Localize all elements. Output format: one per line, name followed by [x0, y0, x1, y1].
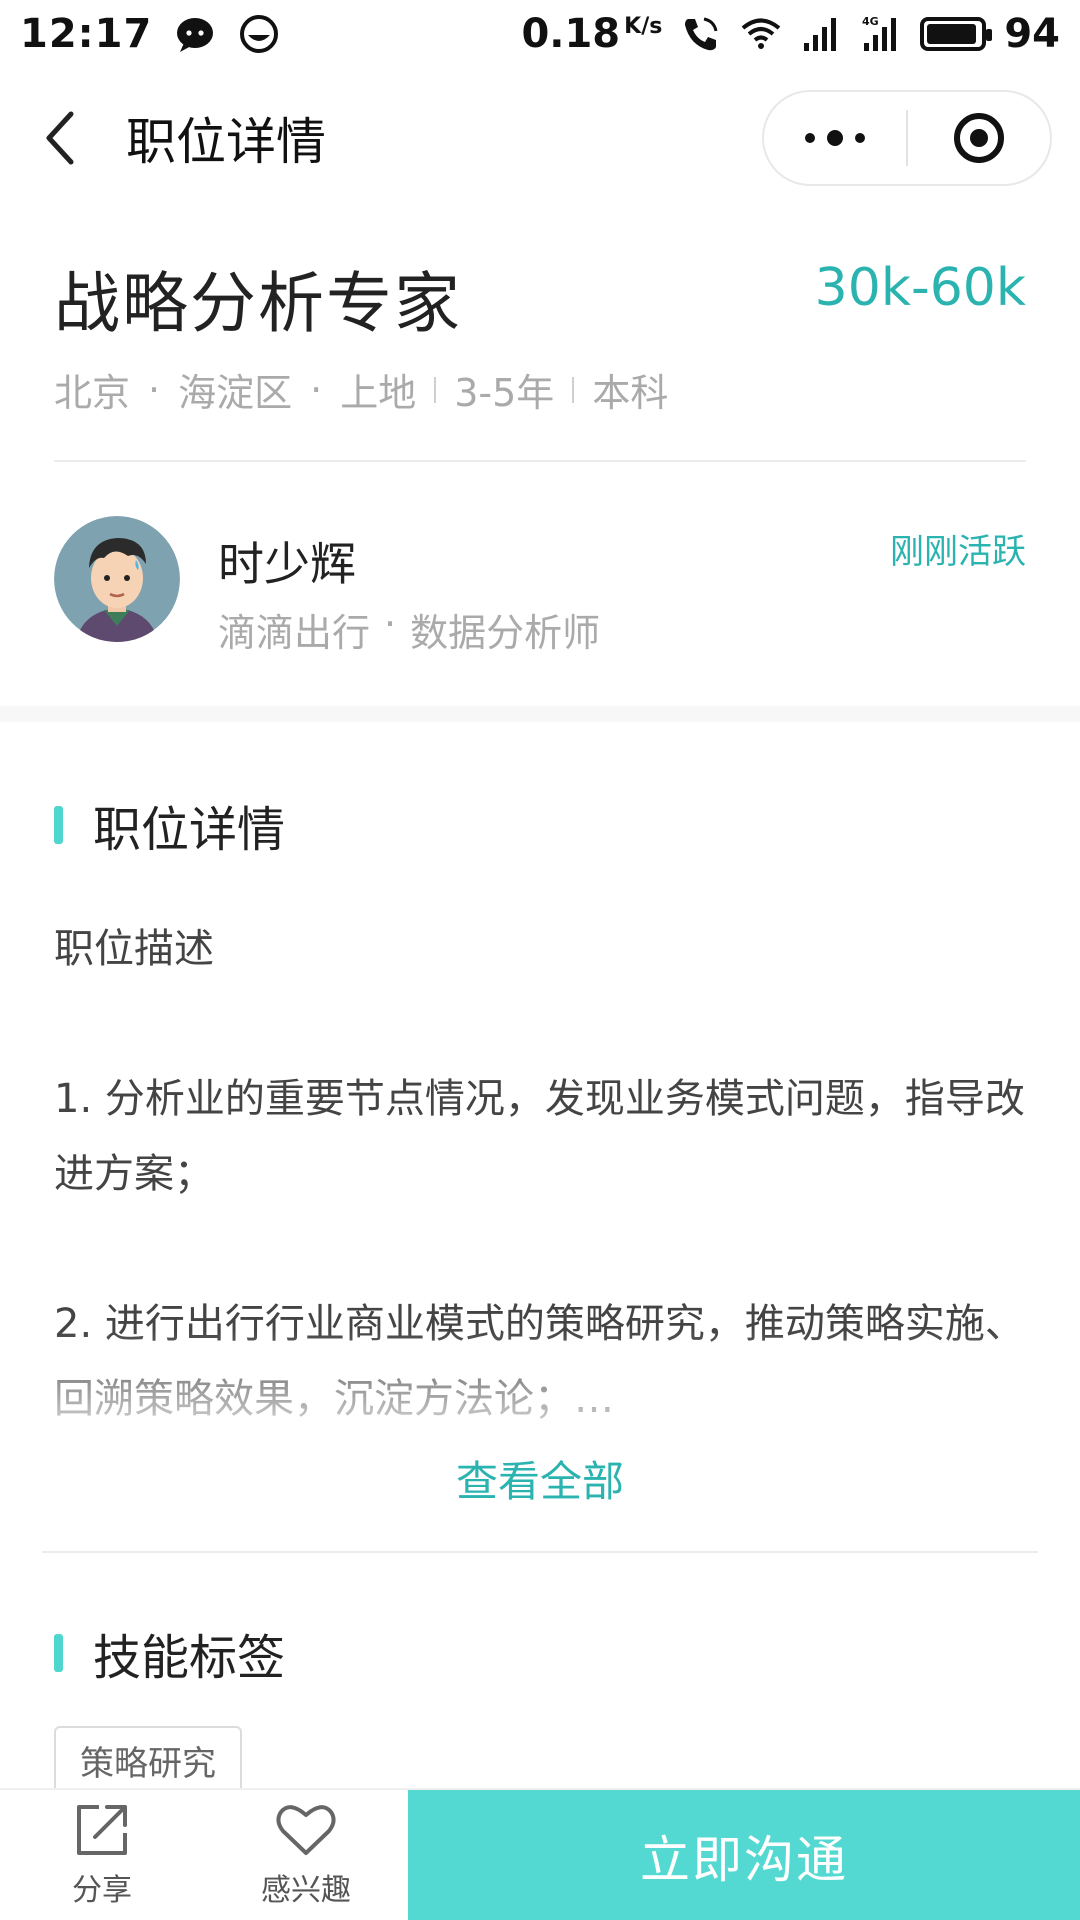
- section-gap: [0, 706, 1080, 722]
- battery-level: 94: [1004, 11, 1060, 57]
- status-left: 12:17: [20, 11, 280, 57]
- net-speed: 0.18: [521, 11, 621, 57]
- more-button[interactable]: [764, 92, 906, 184]
- meta-separator: [572, 376, 575, 403]
- nav-bar: 职位详情: [0, 68, 1080, 208]
- meta-dot: ·: [148, 367, 161, 412]
- heart-icon: [276, 1805, 336, 1855]
- smile-circle-icon: [240, 15, 279, 53]
- description-fade: [0, 1330, 1080, 1450]
- recruiter-role: 数据分析师: [410, 611, 601, 655]
- meta-dot: ·: [384, 602, 397, 646]
- meta-separator: [434, 376, 437, 403]
- job-experience: 3-5年: [454, 371, 555, 415]
- job-education: 本科: [592, 371, 669, 415]
- signal-4g-icon: 4G: [862, 15, 897, 51]
- job-header: 战略分析专家 30k-60k: [54, 250, 1026, 346]
- job-area: 上地: [340, 371, 417, 415]
- battery-icon: [920, 17, 993, 51]
- signal-icon: [804, 18, 837, 51]
- skills-section-title: 技能标签: [93, 1630, 286, 1686]
- details-section-header: 职位详情: [54, 790, 285, 860]
- description-item-1: 1. 分析业的重要节点情况，发现业务模式问题，指导改进方案；: [54, 1076, 1025, 1197]
- battery-fill: [927, 24, 977, 44]
- job-district: 海淀区: [178, 371, 293, 415]
- net-speed-unit: K/s: [624, 13, 663, 39]
- section-accent-bar: [54, 1634, 63, 1672]
- skills-section-header: 技能标签: [54, 1618, 285, 1688]
- mini-program-capsule: [762, 90, 1052, 186]
- meta-dot: ·: [310, 367, 323, 412]
- more-dots-icon: [805, 130, 865, 146]
- net-speed-readout: 0.18 K/s: [521, 11, 662, 57]
- details-divider: [42, 1551, 1038, 1553]
- description-heading: 职位描述: [54, 926, 214, 972]
- close-program-button[interactable]: [908, 92, 1050, 184]
- share-icon: [77, 1805, 127, 1855]
- section-accent-bar: [54, 806, 63, 844]
- status-time: 12:17: [20, 11, 153, 57]
- recruiter-company: 滴滴出行: [218, 611, 371, 655]
- chat-bubble-icon: [177, 18, 214, 52]
- job-detail-page: 12:17 0.18 K/s 4G 94 职位详情 战略分析专家 30k-60k…: [0, 0, 1080, 1920]
- share-label: 分享: [72, 1873, 132, 1908]
- recruiter-card[interactable]: 时少辉 滴滴出行 · 数据分析师 刚刚活跃: [54, 516, 1026, 655]
- wifi-icon: [742, 18, 781, 49]
- recruiter-name: 时少辉: [218, 537, 356, 591]
- view-all-link[interactable]: 查看全部: [0, 1448, 1080, 1509]
- job-salary: 30k-60k: [814, 258, 1026, 318]
- recruiter-org: 滴滴出行 · 数据分析师: [218, 602, 600, 657]
- svg-text:4G: 4G: [862, 15, 879, 28]
- bottom-action-bar: 分享 感兴趣 立即沟通: [0, 1788, 1080, 1920]
- target-circle-icon: [954, 113, 1004, 163]
- page-title: 职位详情: [126, 113, 326, 171]
- details-section-title: 职位详情: [93, 802, 286, 858]
- status-right: 0.18 K/s 4G 94: [521, 11, 1060, 57]
- back-button[interactable]: [6, 88, 116, 188]
- phone-call-icon: [685, 17, 718, 51]
- skill-tag: 策略研究: [54, 1726, 242, 1794]
- interest-button[interactable]: 感兴趣: [204, 1790, 408, 1920]
- header-divider: [54, 460, 1026, 462]
- job-meta: 北京 · 海淀区 · 上地 3-5年 本科: [54, 362, 668, 417]
- contact-now-button[interactable]: 立即沟通: [408, 1790, 1080, 1920]
- avatar: [54, 516, 180, 642]
- interest-label: 感兴趣: [261, 1873, 351, 1908]
- active-status: 刚刚活跃: [890, 532, 1026, 572]
- status-bar: 12:17 0.18 K/s 4G 94: [0, 0, 1080, 68]
- share-button[interactable]: 分享: [0, 1790, 204, 1920]
- job-city: 北京: [54, 371, 131, 415]
- chevron-left-icon: [46, 111, 74, 165]
